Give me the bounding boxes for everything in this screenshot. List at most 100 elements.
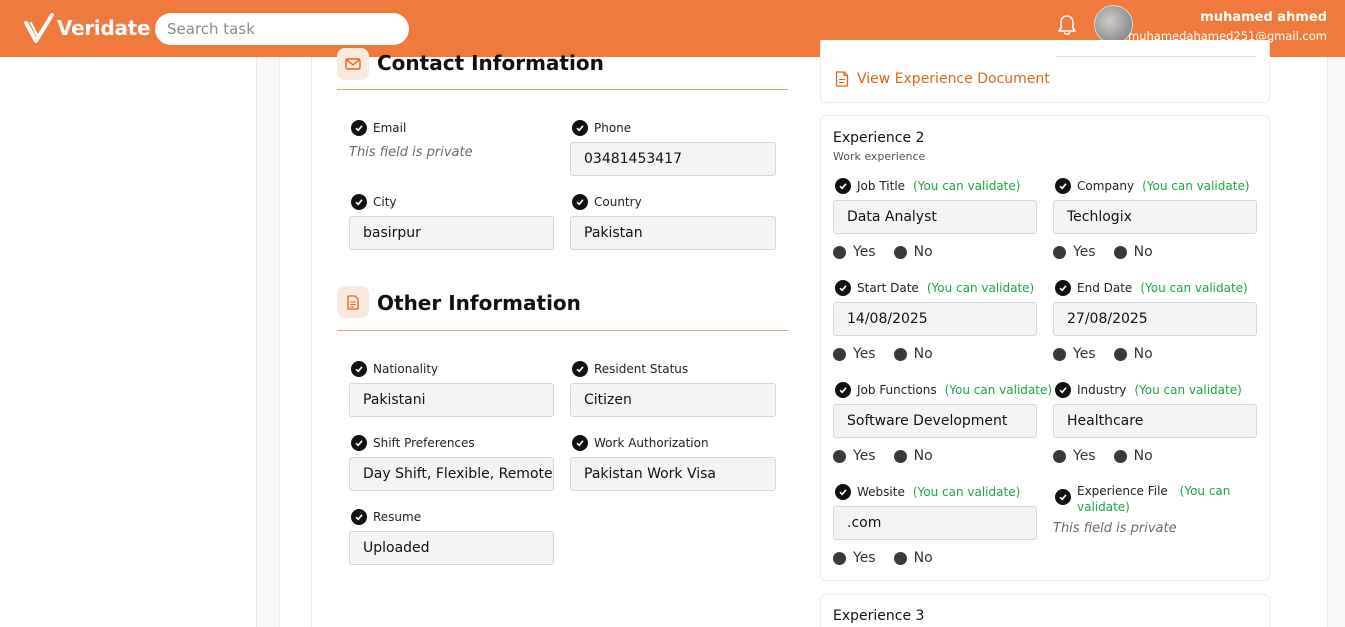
contact-section-title: Contact Information <box>377 51 604 75</box>
check-icon <box>351 361 367 377</box>
view-experience-document-text: View Experience Document <box>857 71 1050 87</box>
yes-label: Yes <box>853 346 876 362</box>
view-experience-document-link[interactable]: View Experience Document <box>835 71 1050 87</box>
yes-label: Yes <box>1073 346 1096 362</box>
experience-3-title: Experience 3 <box>833 608 925 624</box>
website-no-radio[interactable]: No <box>893 550 933 566</box>
job-functions-yes-radio[interactable]: Yes <box>833 448 876 464</box>
check-icon <box>351 194 367 210</box>
end-date-validation: Yes No <box>1053 346 1171 362</box>
website-field[interactable]: .com <box>833 506 1037 540</box>
job-title-field[interactable]: Data Analyst <box>833 200 1037 234</box>
company-yes-radio[interactable]: Yes <box>1053 244 1096 260</box>
resident-status-field[interactable]: Citizen <box>570 383 776 417</box>
other-section-title: Other Information <box>377 291 581 315</box>
end-date-label-text: End Date <box>1077 281 1133 295</box>
check-icon <box>1055 489 1071 505</box>
end-date-no-radio[interactable]: No <box>1113 346 1153 362</box>
check-icon <box>1055 382 1071 398</box>
industry-field[interactable]: Healthcare <box>1053 404 1257 438</box>
industry-yes-radio[interactable]: Yes <box>1053 448 1096 464</box>
yes-label: Yes <box>853 550 876 566</box>
bell-icon[interactable] <box>1057 14 1077 36</box>
experience-file-validate-note-2: validate) <box>1077 500 1130 514</box>
industry-validation: Yes No <box>1053 448 1171 464</box>
search-input[interactable] <box>155 13 409 45</box>
start-date-field[interactable]: 14/08/2025 <box>833 302 1037 336</box>
website-label: Website (You can validate) <box>835 484 1020 500</box>
yes-label: Yes <box>853 448 876 464</box>
radio-dot <box>1113 245 1127 259</box>
nationality-field[interactable]: Pakistani <box>349 383 554 417</box>
company-field[interactable]: Techlogix <box>1053 200 1257 234</box>
start-date-yes-radio[interactable]: Yes <box>833 346 876 362</box>
resume-label: Resume <box>351 509 421 525</box>
start-date-validation: Yes No <box>833 346 951 362</box>
website-validate-note: (You can validate) <box>912 485 1021 499</box>
start-date-label: Start Date (You can validate) <box>835 280 1034 296</box>
company-validation: Yes No <box>1053 244 1171 260</box>
radio-dot <box>893 449 907 463</box>
yes-label: Yes <box>1073 244 1096 260</box>
radio-dot <box>833 449 846 463</box>
no-label: No <box>913 346 933 362</box>
experience-file-label-block: Experience File (You can validate) <box>1077 483 1230 515</box>
job-title-validate-note: (You can validate) <box>913 179 1021 193</box>
experience-file-private-note: This field is private <box>1053 521 1177 536</box>
mail-icon <box>337 48 369 80</box>
job-functions-no-radio[interactable]: No <box>893 448 933 464</box>
contact-section-header: Contact Information <box>337 46 788 90</box>
panel-divider <box>311 57 312 627</box>
document-icon <box>337 286 369 318</box>
radio-dot <box>1113 347 1127 361</box>
end-date-yes-radio[interactable]: Yes <box>1053 346 1096 362</box>
no-label: No <box>1133 244 1153 260</box>
experience-2-subtitle: Work experience <box>833 150 926 163</box>
work-authorization-label: Work Authorization <box>572 435 709 451</box>
resident-status-label: Resident Status <box>572 361 688 377</box>
company-label-text: Company <box>1077 179 1135 193</box>
company-no-radio[interactable]: No <box>1113 244 1153 260</box>
check-icon <box>351 120 367 136</box>
resume-field[interactable]: Uploaded <box>349 531 554 565</box>
check-icon <box>835 382 851 398</box>
nationality-label-text: Nationality <box>373 362 439 376</box>
job-functions-label-text: Job Functions <box>857 383 937 397</box>
end-date-validate-note: (You can validate) <box>1140 281 1248 295</box>
job-functions-label: Job Functions (You can validate) <box>835 382 1052 398</box>
brand-logo[interactable]: Veridate <box>22 9 151 47</box>
yes-label: Yes <box>853 244 876 260</box>
check-icon <box>351 435 367 451</box>
start-date-no-radio[interactable]: No <box>893 346 933 362</box>
shift-preferences-field[interactable]: Day Shift, Flexible, Remote <box>349 457 554 491</box>
job-title-yes-radio[interactable]: Yes <box>833 244 876 260</box>
radio-dot <box>1053 347 1066 361</box>
radio-dot <box>1113 449 1127 463</box>
work-authorization-field[interactable]: Pakistan Work Visa <box>570 457 776 491</box>
end-date-label: End Date (You can validate) <box>1055 280 1248 296</box>
phone-field[interactable]: 03481453417 <box>570 142 776 176</box>
radio-dot <box>893 551 907 565</box>
check-icon <box>1055 280 1071 296</box>
end-date-field[interactable]: 27/08/2025 <box>1053 302 1257 336</box>
no-label: No <box>1133 448 1153 464</box>
brand-name: Veridate <box>57 16 151 40</box>
start-date-label-text: Start Date <box>857 281 919 295</box>
experience-1-card: View Experience Document <box>820 40 1270 103</box>
no-label: No <box>913 448 933 464</box>
job-functions-field[interactable]: Software Development <box>833 404 1037 438</box>
country-field[interactable]: Pakistan <box>570 216 776 250</box>
job-title-no-radio[interactable]: No <box>893 244 933 260</box>
no-label: No <box>913 244 933 260</box>
city-field[interactable]: basirpur <box>349 216 554 250</box>
check-icon <box>572 120 588 136</box>
experience-file-label-text: Experience File <box>1077 484 1168 498</box>
phone-label-text: Phone <box>594 121 632 135</box>
resume-label-text: Resume <box>373 510 422 524</box>
website-yes-radio[interactable]: Yes <box>833 550 876 566</box>
email-label-text: Email <box>373 121 407 135</box>
job-title-label: Job Title (You can validate) <box>835 178 1020 194</box>
user-name: muhamed ahmed <box>1200 10 1327 25</box>
job-title-validation: Yes No <box>833 244 951 260</box>
industry-no-radio[interactable]: No <box>1113 448 1153 464</box>
